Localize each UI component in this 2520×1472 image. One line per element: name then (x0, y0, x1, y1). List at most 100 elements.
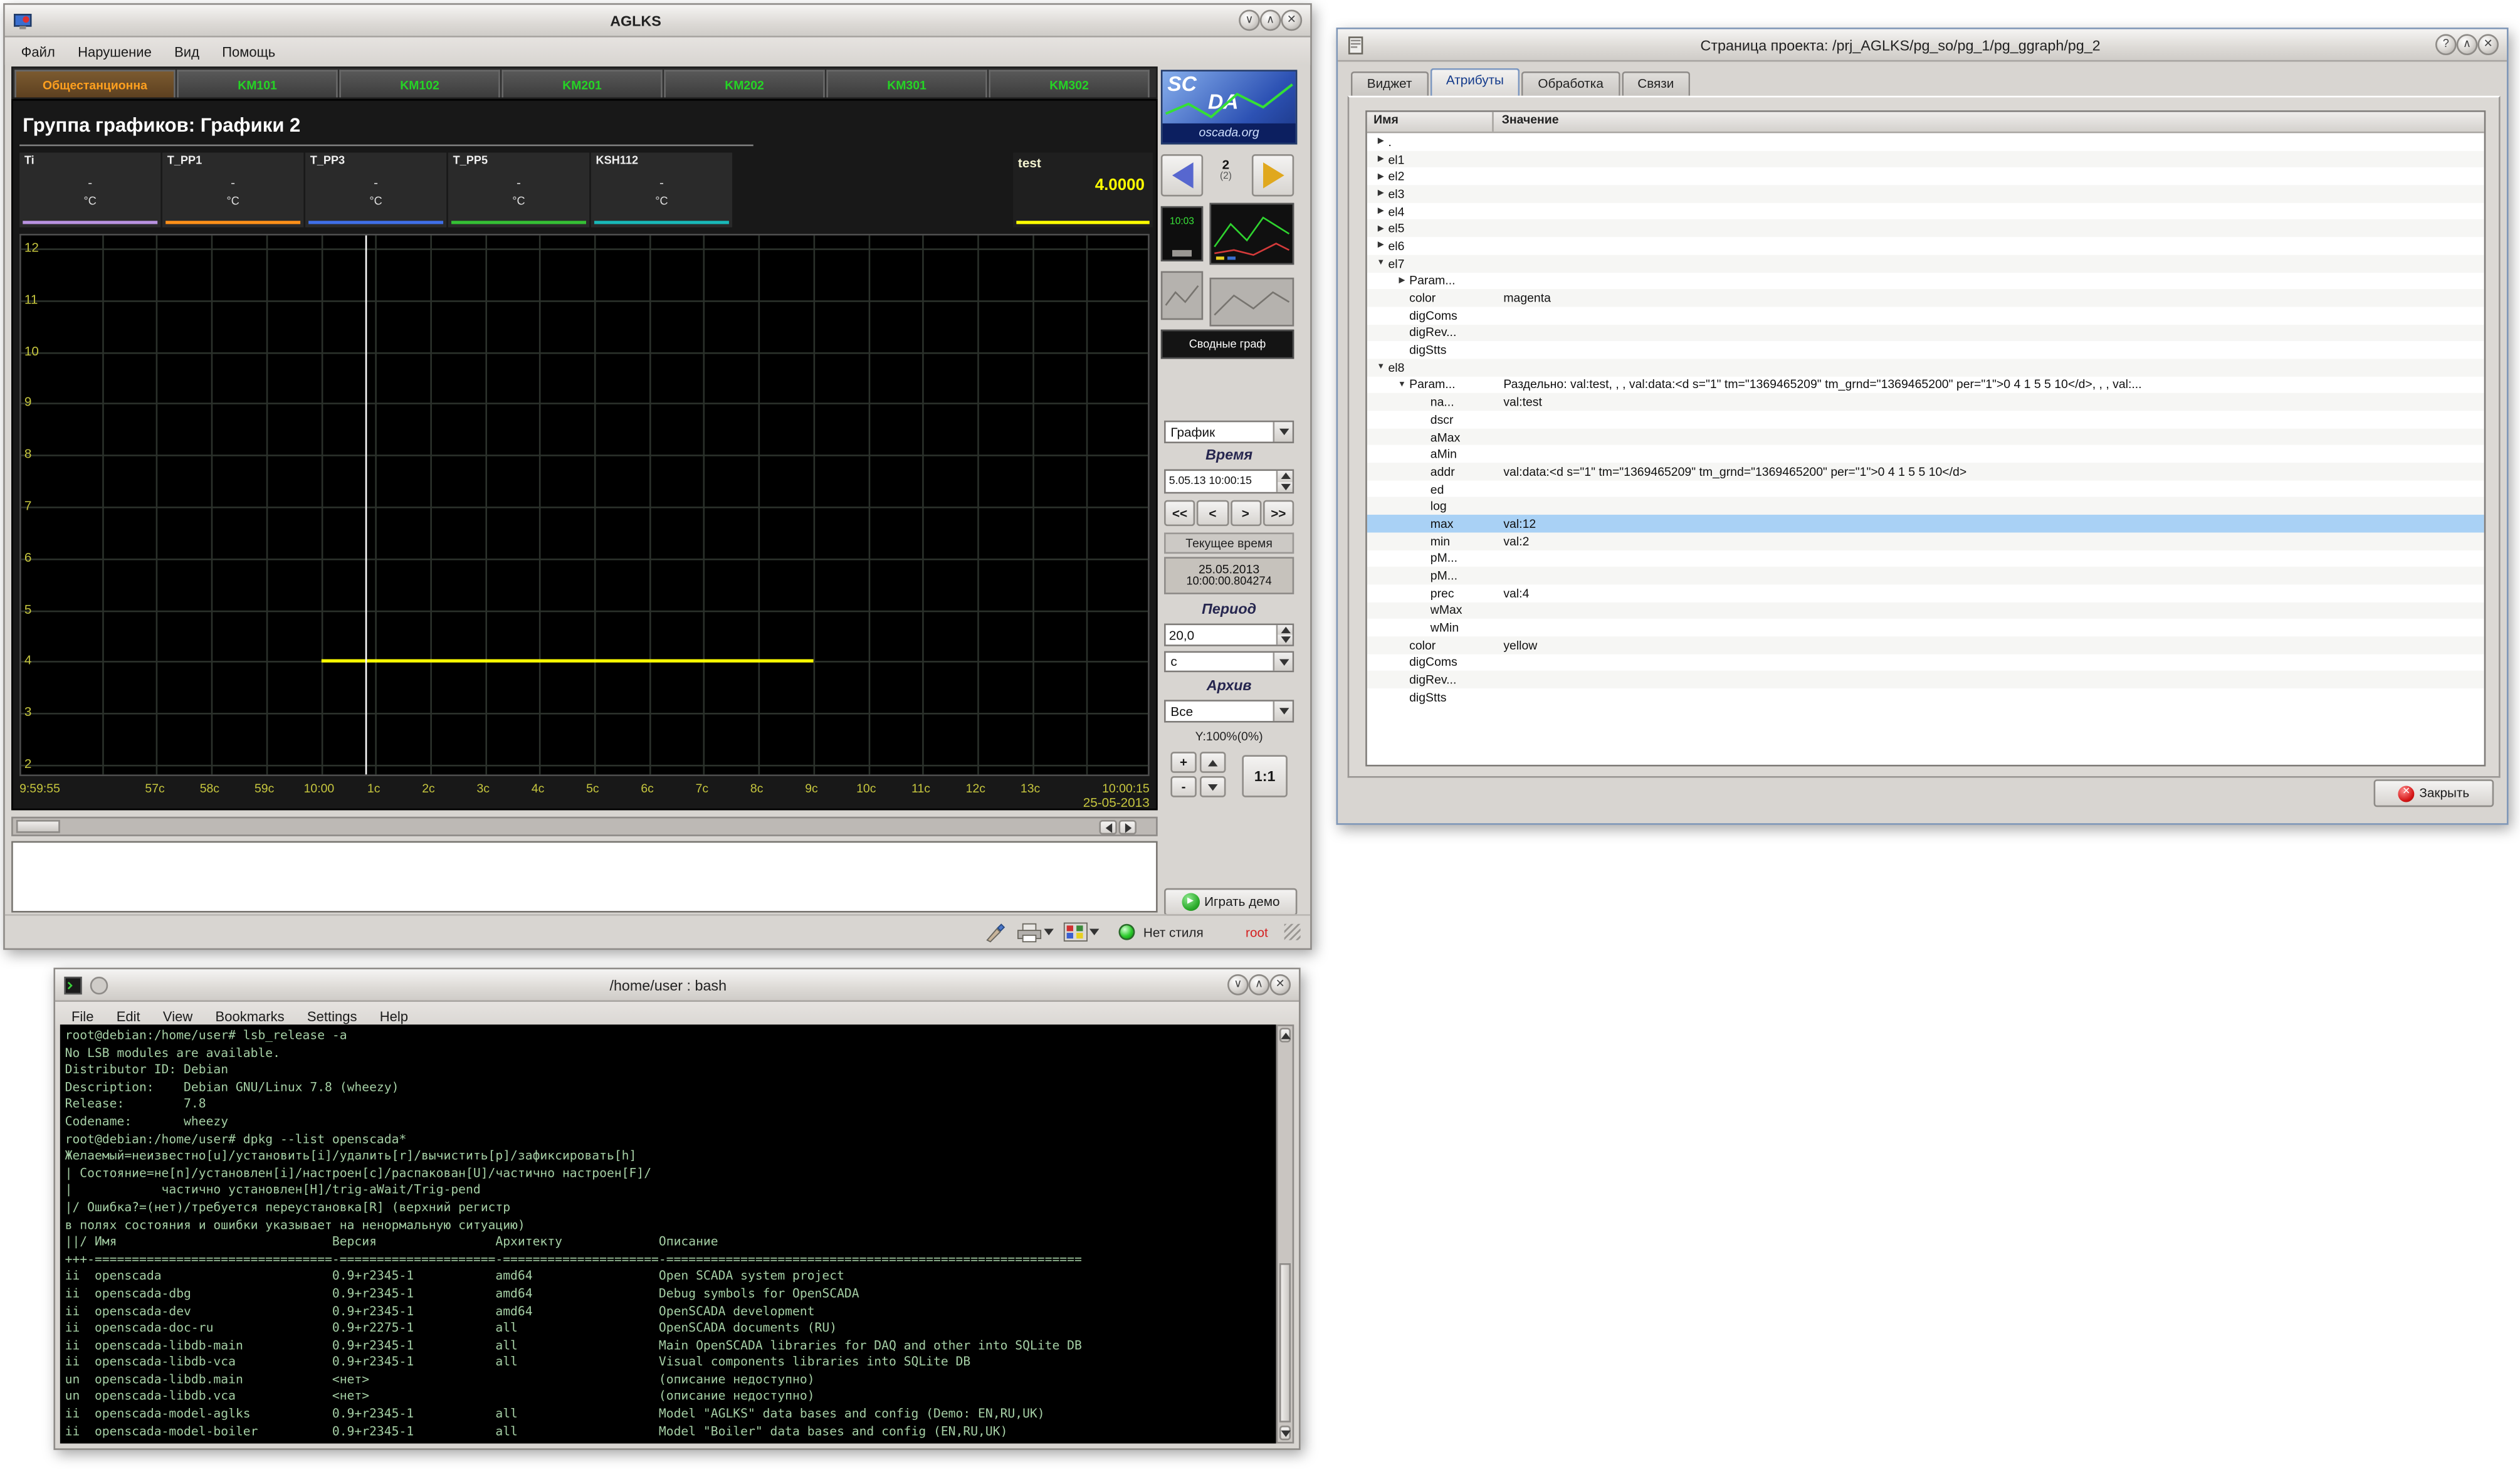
spin-up-icon[interactable] (1278, 625, 1292, 635)
expand-icon[interactable]: ▶ (1373, 206, 1388, 216)
menu-item[interactable]: Bookmarks (204, 1004, 295, 1027)
page-thumbnail-gray2[interactable] (1210, 278, 1294, 327)
expand-icon[interactable]: ▶ (1373, 137, 1388, 147)
play-demo-button[interactable]: ▶ Играть демо (1164, 888, 1297, 916)
page-thumbnail-gray1[interactable] (1161, 271, 1203, 320)
tree-row[interactable]: ▼el7 (1367, 255, 2484, 272)
tree-row[interactable]: addrval:data:<d s="1" tm="1369465209" tm… (1367, 463, 2484, 480)
terminal-scrollbar[interactable] (1276, 1024, 1294, 1443)
page-tab[interactable]: KM102 (339, 70, 500, 97)
page-tab[interactable]: KM301 (826, 70, 987, 97)
close-button[interactable]: ✕ (1281, 10, 1303, 31)
param-box-test[interactable]: test 4.0000 (1013, 152, 1153, 227)
time-spinbox[interactable]: 5.05.13 10:00:15 (1164, 470, 1294, 494)
prev-page-button[interactable] (1161, 154, 1203, 196)
tree-row[interactable]: na...val:test (1367, 394, 2484, 411)
menu-item[interactable]: Вид (163, 39, 211, 62)
expand-icon[interactable]: ▶ (1395, 276, 1409, 286)
tree-row[interactable]: ▶. (1367, 133, 2484, 150)
scroll-right-button[interactable] (1119, 820, 1137, 834)
collapse-icon[interactable]: ▼ (1395, 380, 1409, 390)
param-box[interactable]: T_PP5-°C (448, 152, 589, 227)
zoom-out-button[interactable]: - (1170, 776, 1196, 797)
param-box[interactable]: Ti-°C (19, 152, 160, 227)
tree-row[interactable]: digRev... (1367, 324, 2484, 342)
menu-item[interactable]: Нарушение (66, 39, 163, 62)
spin-down-icon[interactable] (1278, 481, 1292, 492)
menu-item[interactable]: File (60, 1004, 105, 1027)
nav-back-button[interactable]: < (1197, 500, 1228, 526)
chart-horizontal-scrollbar[interactable] (11, 817, 1158, 836)
archive-combobox[interactable]: Все (1164, 700, 1294, 722)
message-area[interactable] (11, 841, 1158, 913)
tree-row[interactable]: dscr (1367, 411, 2484, 428)
close-button[interactable]: ✕ (1269, 974, 1291, 996)
summary-graphs-button[interactable]: Сводные граф (1161, 330, 1294, 359)
page-tab[interactable]: KM202 (664, 70, 824, 97)
tree-row[interactable]: precval:4 (1367, 584, 2484, 602)
tree-row[interactable]: digStts (1367, 688, 2484, 706)
maximize-button[interactable]: ∧ (1260, 10, 1281, 31)
terminal-titlebar[interactable]: /home/user : bash ∨∧✕ (55, 969, 1299, 1002)
tree-row[interactable]: ▶el3 (1367, 185, 2484, 202)
tree-row[interactable]: ed (1367, 480, 2484, 498)
column-value[interactable]: Значение (1494, 112, 2484, 132)
tree-row[interactable]: ▶el6 (1367, 237, 2484, 255)
scroll-up-button[interactable] (1279, 1028, 1291, 1042)
tree-row[interactable]: ▼el8 (1367, 359, 2484, 376)
page-thumbnail-clock[interactable]: 10:03 (1161, 206, 1203, 261)
printer-icon[interactable] (1017, 922, 1054, 943)
tree-row[interactable]: wMin (1367, 619, 2484, 636)
tree-row[interactable]: aMax (1367, 428, 2484, 446)
tab-Атрибуты[interactable]: Атрибуты (1430, 68, 1520, 96)
menu-item[interactable]: Помощь (211, 39, 286, 62)
menu-item[interactable]: Help (369, 1004, 420, 1027)
spin-down-icon[interactable] (1278, 635, 1292, 645)
tree-row[interactable]: digComs (1367, 654, 2484, 671)
param-box[interactable]: KSH112-°C (591, 152, 732, 227)
tab-Связи[interactable]: Связи (1621, 71, 1690, 96)
nav-forward-button[interactable]: > (1230, 500, 1261, 526)
next-page-button[interactable] (1252, 154, 1294, 196)
tree-row[interactable]: colormagenta (1367, 290, 2484, 307)
tree-row[interactable]: ▶el2 (1367, 168, 2484, 186)
shift-up-button[interactable] (1200, 752, 1226, 773)
page-tab[interactable]: KM101 (177, 70, 337, 97)
expand-icon[interactable]: ▶ (1373, 189, 1388, 199)
scrollbar-handle[interactable] (16, 820, 60, 833)
tree-row[interactable]: maxval:12 (1367, 515, 2484, 532)
palette-icon[interactable] (1064, 922, 1100, 942)
expand-icon[interactable]: ▶ (1373, 224, 1388, 234)
column-name[interactable]: Имя (1367, 112, 1494, 132)
scale-1-1-button[interactable]: 1:1 (1242, 755, 1288, 797)
tab-Виджет[interactable]: Виджет (1351, 71, 1428, 96)
menu-item[interactable]: View (152, 1004, 204, 1027)
expand-icon[interactable]: ▶ (1373, 241, 1388, 251)
shift-down-button[interactable] (1200, 776, 1226, 797)
aglks-titlebar[interactable]: AGLKS ∨∧✕ (5, 5, 1310, 38)
scrollbar-handle[interactable] (1279, 1263, 1291, 1422)
menu-item[interactable]: Settings (296, 1004, 369, 1027)
page-thumbnail-trend[interactable] (1210, 203, 1294, 265)
view-mode-combobox[interactable]: График (1164, 421, 1294, 443)
nav-fast-forward-button[interactable]: >> (1263, 500, 1294, 526)
tree-row[interactable]: log (1367, 498, 2484, 515)
collapse-icon[interactable]: ▼ (1373, 258, 1388, 268)
nav-fast-back-button[interactable]: << (1164, 500, 1195, 526)
menu-item[interactable]: Edit (105, 1004, 152, 1027)
chart-plot-area[interactable]: 12111098765432 (19, 234, 1150, 776)
param-box[interactable]: T_PP3-°C (305, 152, 446, 227)
tree-row[interactable]: pM... (1367, 550, 2484, 567)
tree-row[interactable]: ▼Param...Раздельно: val:test, , , val:da… (1367, 376, 2484, 394)
minimize-button[interactable]: ∨ (1227, 974, 1249, 996)
tree-row[interactable]: ▶Param... (1367, 272, 2484, 290)
minimize-button[interactable]: ∨ (1239, 10, 1260, 31)
tree-row[interactable]: ▶el4 (1367, 202, 2484, 220)
tree-row[interactable]: pM... (1367, 567, 2484, 584)
expand-icon[interactable]: ▶ (1373, 154, 1388, 164)
tree-row[interactable]: ▶el1 (1367, 150, 2484, 168)
page-tab[interactable]: Общестанционна (14, 70, 175, 97)
tree-row[interactable]: wMax (1367, 602, 2484, 619)
style-brush-icon[interactable] (984, 922, 1007, 943)
resize-grip[interactable] (1284, 924, 1301, 940)
